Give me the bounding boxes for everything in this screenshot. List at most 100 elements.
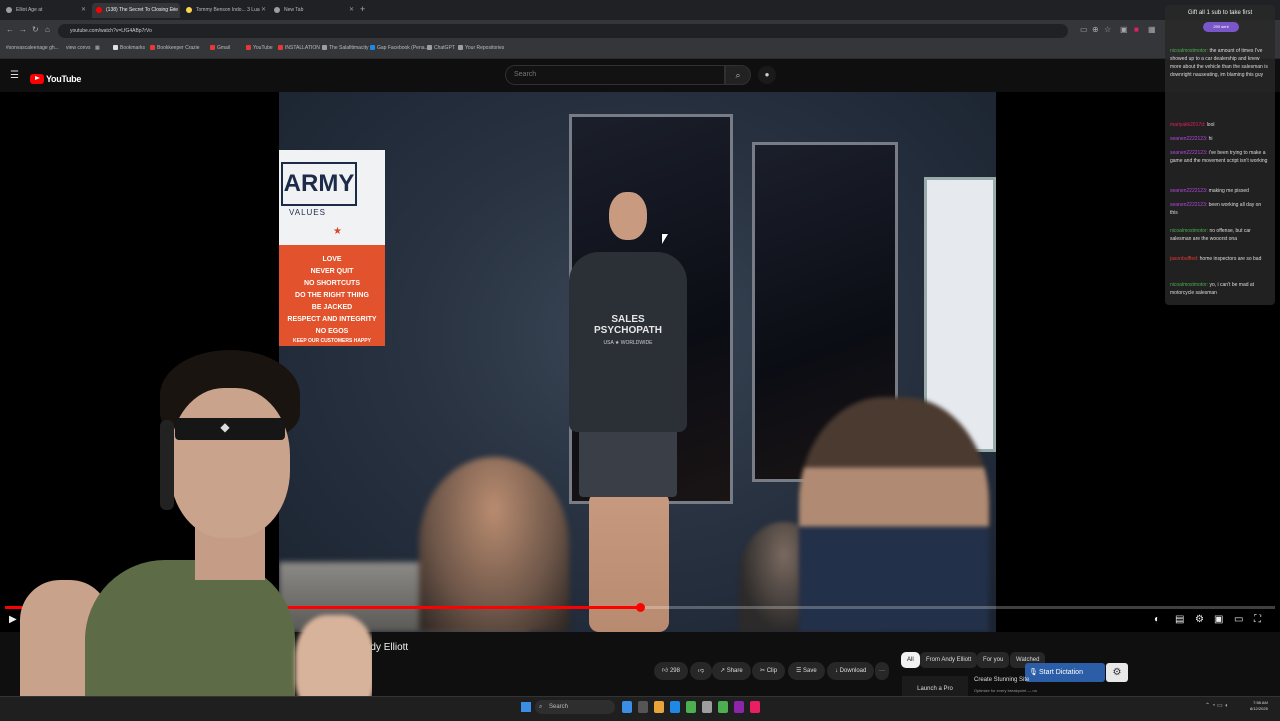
extension-icon[interactable]: ▦ bbox=[1148, 25, 1156, 34]
tab-close-icon[interactable]: ✕ bbox=[261, 3, 266, 18]
reload-icon[interactable]: ↻ bbox=[32, 25, 39, 34]
windows-start-icon[interactable] bbox=[521, 702, 531, 712]
chat-gift-pill[interactable]: 290 sent bbox=[1203, 22, 1239, 32]
search-input[interactable]: Search bbox=[505, 65, 725, 85]
dislike-button[interactable]: 👎︎ bbox=[690, 662, 713, 680]
share-icon: ↗ bbox=[720, 668, 727, 674]
tab-label: New Tab bbox=[284, 7, 304, 13]
chip-all[interactable]: All bbox=[901, 652, 920, 668]
bookmark-item[interactable]: Your Repositories bbox=[458, 45, 504, 51]
bookmark-item[interactable]: The Salafitimacity bbox=[322, 45, 368, 51]
browser-tab-active[interactable]: (138) The Secret To Closing Eve ✕ bbox=[92, 3, 180, 18]
chip-for-you[interactable]: For you bbox=[977, 652, 1010, 668]
tab-favicon-icon bbox=[186, 7, 192, 13]
microphone-icon: 🎙︎ bbox=[1029, 669, 1038, 676]
army-values-poster: ARMY VALUES ★ LOVE NEVER QUIT NO SHORTCU… bbox=[279, 150, 385, 346]
taskbar-clock[interactable]: 7:58 AM 8/12/2025 bbox=[1250, 700, 1268, 712]
share-button[interactable]: ↗ Share bbox=[712, 662, 751, 680]
cast-icon[interactable]: ▭ bbox=[1080, 25, 1088, 34]
like-button[interactable]: 👍︎ 298 bbox=[654, 662, 688, 680]
gear-icon: ⚙ bbox=[1112, 667, 1122, 678]
hamburger-menu-icon[interactable]: ☰ bbox=[10, 70, 19, 81]
dictation-settings-button[interactable]: ⚙ bbox=[1106, 663, 1128, 682]
bookmark-item[interactable]: INSTALLATION bbox=[278, 45, 320, 51]
theater-mode-icon[interactable]: ▭ bbox=[1234, 614, 1243, 625]
taskbar-app-icon[interactable] bbox=[750, 701, 760, 713]
home-icon[interactable]: ⌂ bbox=[45, 25, 50, 34]
recommended-video-title[interactable]: Create Stunning Site bbox=[974, 677, 1029, 683]
bookmark-star-icon[interactable]: ☆ bbox=[1104, 25, 1111, 34]
poster-line: NO EGOS bbox=[315, 328, 349, 335]
tab-close-icon[interactable]: ✕ bbox=[349, 3, 354, 18]
search-button[interactable]: ⌕ bbox=[725, 65, 751, 85]
bookmark-item[interactable]: Bookkeeper Crazie bbox=[150, 45, 200, 51]
chat-message: nicoalmostmotor: the amount of times I'v… bbox=[1170, 47, 1268, 79]
shirt-subprint: USA ★ WORLDWIDE bbox=[603, 340, 653, 346]
poster-line: BE JACKED bbox=[311, 304, 353, 311]
start-dictation-button[interactable]: 🎙︎ Start Dictation bbox=[1025, 663, 1105, 682]
webcam-overlay: ◆ bbox=[0, 340, 372, 720]
poster-star-icon: ★ bbox=[333, 226, 342, 237]
bookmark-item[interactable]: Bookmarks bbox=[113, 45, 145, 51]
youtube-play-logo-icon bbox=[30, 73, 44, 84]
taskbar-app-icon[interactable] bbox=[718, 701, 728, 713]
taskbar-app-icon[interactable] bbox=[622, 701, 632, 713]
bookmark-item[interactable]: view convs bbox=[66, 45, 90, 51]
new-tab-button[interactable]: + bbox=[360, 4, 365, 14]
taskbar-app-icon[interactable] bbox=[670, 701, 680, 713]
taskbar-app-icon[interactable] bbox=[686, 701, 696, 713]
chat-username[interactable]: nicoalmostmotor: bbox=[1170, 228, 1208, 234]
taskbar-search-input[interactable]: ⌕ Search bbox=[535, 700, 615, 714]
taskbar-app-icon[interactable] bbox=[702, 701, 712, 713]
autoplay-toggle-icon[interactable]: ◐ bbox=[1154, 614, 1160, 625]
wifi-icon[interactable]: ⌃ ◔ ▭ ◖ bbox=[1205, 703, 1228, 709]
bookmark-item[interactable]: #sonvascaleenage gh... bbox=[6, 45, 59, 51]
settings-gear-icon[interactable]: ⚙ bbox=[1195, 614, 1204, 625]
taskbar-app-icon[interactable] bbox=[654, 701, 664, 713]
chat-username[interactable]: nicoalmostmotor: bbox=[1170, 48, 1208, 54]
bookmark-item[interactable]: Gap Facebook (Pena... bbox=[370, 45, 429, 51]
back-icon[interactable]: ← bbox=[6, 25, 14, 34]
shirt-print: SALES PSYCHOPATH bbox=[594, 314, 662, 336]
chat-username[interactable]: seanen2222123: bbox=[1170, 188, 1207, 194]
miniplayer-icon[interactable]: ▣ bbox=[1214, 614, 1223, 625]
subtitles-icon[interactable]: ▤ bbox=[1175, 614, 1184, 625]
progress-scrubber-handle[interactable] bbox=[636, 603, 645, 612]
save-button[interactable]: ☰ Save bbox=[788, 662, 825, 680]
voice-search-button[interactable]: ● bbox=[758, 66, 776, 84]
extension-icon[interactable]: ▣ bbox=[1120, 25, 1128, 34]
bookmark-item[interactable]: Gmail bbox=[210, 45, 230, 51]
bookmark-item[interactable]: YouTube bbox=[246, 45, 273, 51]
zoom-icon[interactable]: ⊕ bbox=[1092, 25, 1099, 34]
taskbar-app-icon[interactable] bbox=[734, 701, 744, 713]
apps-grid-icon[interactable]: ▦ bbox=[95, 45, 100, 51]
taskbar-app-icon[interactable] bbox=[638, 701, 648, 713]
clip-button[interactable]: ✂ Clip bbox=[752, 662, 786, 680]
url-field[interactable]: youtube.com/watch?v=LfG4ABp7rVo bbox=[58, 24, 1068, 38]
chat-username[interactable]: seanen2222123: bbox=[1170, 136, 1207, 142]
browser-tab[interactable]: Elliot Age at ✕ bbox=[2, 3, 90, 18]
chat-username[interactable]: seanen2222123: bbox=[1170, 202, 1207, 208]
browser-tab[interactable]: New Tab ✕ bbox=[270, 3, 358, 18]
chat-username[interactable]: mariyakk2017d: bbox=[1170, 122, 1205, 128]
stream-chat-overlay: Gift all 1 sub to take first 290 sent ni… bbox=[1165, 5, 1275, 305]
chat-gift-banner: Gift all 1 sub to take first bbox=[1187, 10, 1253, 16]
bookmark-item[interactable]: ChatGPT bbox=[427, 45, 455, 51]
video-frame[interactable]: ARMY VALUES ★ LOVE NEVER QUIT NO SHORTCU… bbox=[279, 92, 996, 632]
extension-icon[interactable]: ■ bbox=[1134, 25, 1139, 34]
chat-username[interactable]: nicoalmostmotor: bbox=[1170, 282, 1208, 288]
browser-tab[interactable]: Tommy Benson Indo... 3 Lua ✕ bbox=[182, 3, 270, 18]
chat-message: seanen2222123: i've been trying to make … bbox=[1170, 149, 1268, 165]
save-list-icon: ☰ bbox=[796, 668, 804, 674]
more-actions-button[interactable]: ··· bbox=[875, 662, 889, 680]
youtube-logo[interactable]: YouTube bbox=[30, 70, 81, 84]
chip-from-channel[interactable]: From Andy Elliott bbox=[920, 652, 978, 668]
forward-icon[interactable]: → bbox=[19, 25, 27, 34]
tab-close-icon[interactable]: ✕ bbox=[171, 3, 176, 18]
download-button[interactable]: ↓ Download bbox=[827, 662, 875, 680]
chat-username[interactable]: jasonbuffled: bbox=[1170, 256, 1198, 262]
tab-close-icon[interactable]: ✕ bbox=[81, 3, 86, 18]
chat-username[interactable]: seanen2222123: bbox=[1170, 150, 1207, 156]
fullscreen-icon[interactable]: ⛶ bbox=[1254, 614, 1261, 625]
recommended-video-thumbnail[interactable]: Launch a Pro bbox=[902, 676, 968, 696]
